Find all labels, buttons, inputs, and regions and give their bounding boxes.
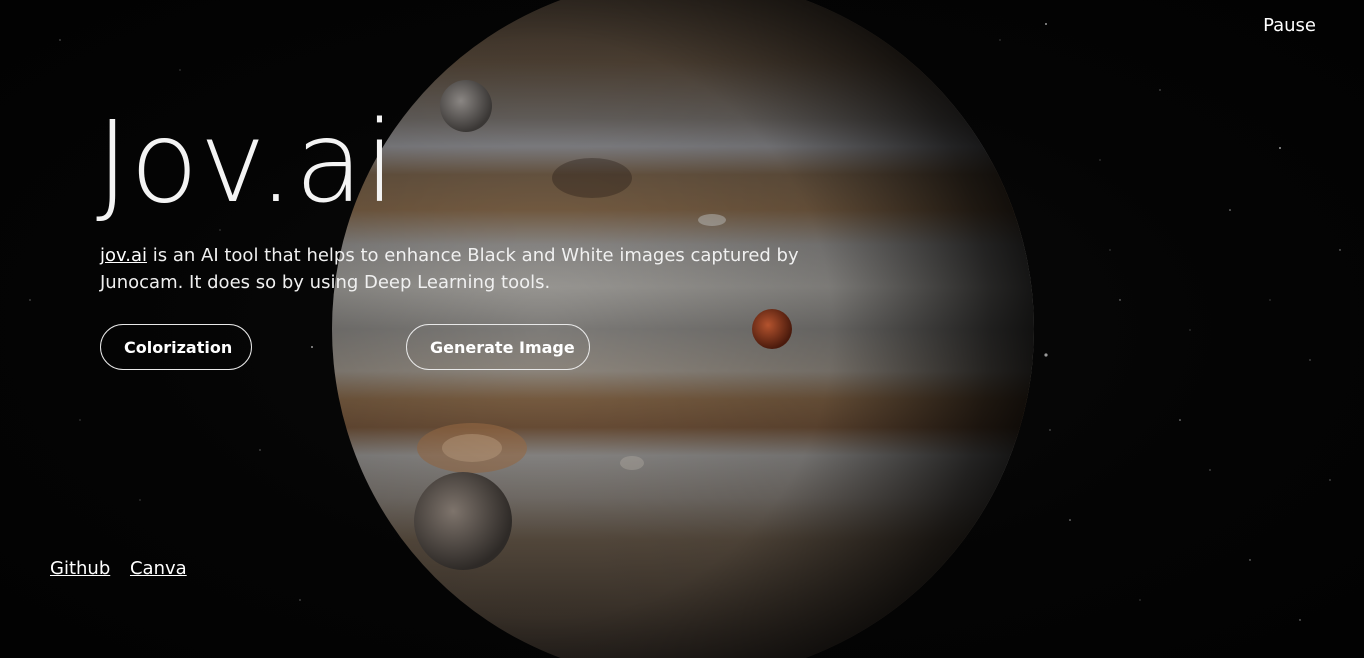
hero-stage: Pause Jov.ai jov.ai is an AI tool that h… bbox=[0, 0, 1364, 658]
jovai-link[interactable]: jov.ai bbox=[100, 245, 147, 266]
moon-small-icon bbox=[440, 80, 492, 132]
colorization-button[interactable]: Colorization bbox=[100, 324, 252, 370]
github-link[interactable]: Github bbox=[50, 558, 110, 579]
canva-link[interactable]: Canva bbox=[130, 558, 187, 579]
moon-large-icon bbox=[414, 472, 512, 570]
page-title: Jov.ai bbox=[96, 98, 397, 228]
moon-red-icon bbox=[752, 309, 792, 349]
pause-button[interactable]: Pause bbox=[1263, 15, 1316, 36]
hero-description: jov.ai is an AI tool that helps to enhan… bbox=[100, 242, 800, 296]
footer-links: Github Canva bbox=[50, 558, 201, 579]
description-text: is an AI tool that helps to enhance Blac… bbox=[100, 245, 799, 293]
generate-image-button[interactable]: Generate Image bbox=[406, 324, 590, 370]
